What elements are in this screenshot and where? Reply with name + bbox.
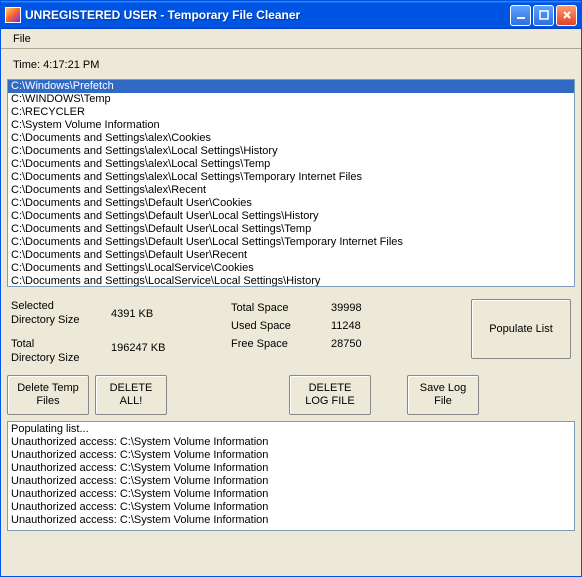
log-line: Unauthorized access: C:\System Volume In… — [11, 462, 571, 475]
menubar: File — [1, 29, 581, 49]
list-item[interactable]: C:\Documents and Settings\Default User\C… — [8, 197, 574, 210]
list-item[interactable]: C:\Documents and Settings\Default User\L… — [8, 210, 574, 223]
maximize-button[interactable] — [533, 5, 554, 26]
used-space-value: 11248 — [331, 317, 411, 335]
delete-all-button[interactable]: DELETE ALL! — [95, 375, 167, 415]
log-line: Unauthorized access: C:\System Volume In… — [11, 514, 571, 527]
directory-listbox[interactable]: C:\Windows\PrefetchC:\WINDOWS\TempC:\REC… — [7, 79, 575, 287]
stats-labels-left: Selected Directory Size Total Directory … — [11, 299, 111, 365]
list-item[interactable]: C:\Documents and Settings\alex\Cookies — [8, 132, 574, 145]
log-line: Unauthorized access: C:\System Volume In… — [11, 488, 571, 501]
delete-temp-files-button[interactable]: Delete Temp Files — [7, 375, 89, 415]
close-button[interactable] — [556, 5, 577, 26]
stats-values-left: 4391 KB 196247 KB — [111, 299, 231, 357]
list-item[interactable]: C:\Documents and Settings\LocalService\C… — [8, 262, 574, 275]
total-dir-size-value: 196247 KB — [111, 339, 231, 357]
list-item[interactable]: C:\Documents and Settings\Default User\R… — [8, 249, 574, 262]
titlebar: UNREGISTERED USER - Temporary File Clean… — [1, 1, 581, 29]
selected-dir-size-value: 4391 KB — [111, 305, 231, 323]
log-line: Populating list... — [11, 423, 571, 436]
save-log-file-button[interactable]: Save Log File — [407, 375, 479, 415]
list-item[interactable]: C:\Documents and Settings\Default User\L… — [8, 236, 574, 249]
maximize-icon — [539, 10, 549, 20]
list-item[interactable]: C:\System Volume Information — [8, 119, 574, 132]
list-item[interactable]: C:\Documents and Settings\LocalService\L… — [8, 275, 574, 287]
list-item[interactable]: C:\Documents and Settings\alex\Local Set… — [8, 158, 574, 171]
log-line: Unauthorized access: C:\System Volume In… — [11, 436, 571, 449]
log-line: Unauthorized access: C:\System Volume In… — [11, 449, 571, 462]
free-space-value: 28750 — [331, 335, 411, 353]
list-item[interactable]: C:\WINDOWS\Temp — [8, 93, 574, 106]
list-item[interactable]: C:\Documents and Settings\alex\Recent — [8, 184, 574, 197]
titlebar-text: UNREGISTERED USER - Temporary File Clean… — [25, 8, 510, 22]
used-space-label: Used Space — [231, 317, 331, 335]
populate-list-button[interactable]: Populate List — [471, 299, 571, 359]
stats-values-right: 39998 11248 28750 — [331, 299, 411, 353]
stats-panel: Selected Directory Size Total Directory … — [7, 291, 575, 369]
list-item[interactable]: C:\RECYCLER — [8, 106, 574, 119]
content-area: Time: 4:17:21 PM C:\Windows\PrefetchC:\W… — [1, 49, 581, 576]
minimize-button[interactable] — [510, 5, 531, 26]
app-window: UNREGISTERED USER - Temporary File Clean… — [0, 0, 582, 577]
free-space-label: Free Space — [231, 335, 331, 353]
list-item[interactable]: C:\Documents and Settings\alex\Local Set… — [8, 171, 574, 184]
titlebar-buttons — [510, 5, 577, 26]
total-space-value: 39998 — [331, 299, 411, 317]
time-display: Time: 4:17:21 PM — [7, 55, 575, 75]
log-textbox[interactable]: Populating list...Unauthorized access: C… — [7, 421, 575, 531]
total-dir-size-label: Total Directory Size — [11, 337, 111, 365]
stats-labels-right: Total Space Used Space Free Space — [231, 299, 331, 353]
selected-dir-size-label: Selected Directory Size — [11, 299, 111, 327]
log-line: Unauthorized access: C:\System Volume In… — [11, 475, 571, 488]
app-icon — [5, 7, 21, 23]
list-item[interactable]: C:\Windows\Prefetch — [8, 80, 574, 93]
menu-file[interactable]: File — [7, 32, 37, 46]
close-icon — [562, 10, 572, 20]
list-item[interactable]: C:\Documents and Settings\alex\Local Set… — [8, 145, 574, 158]
delete-log-file-button[interactable]: DELETE LOG FILE — [289, 375, 371, 415]
minimize-icon — [516, 10, 526, 20]
total-space-label: Total Space — [231, 299, 331, 317]
list-item[interactable]: C:\Documents and Settings\Default User\L… — [8, 223, 574, 236]
log-line: Unauthorized access: C:\System Volume In… — [11, 501, 571, 514]
action-buttons-row: Delete Temp Files DELETE ALL! DELETE LOG… — [7, 373, 575, 417]
